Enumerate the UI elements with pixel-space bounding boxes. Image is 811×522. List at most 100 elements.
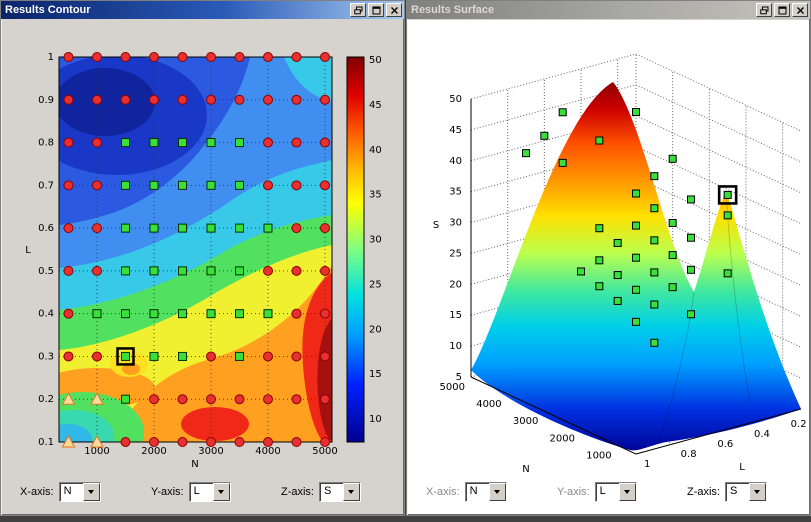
data-point-circle[interactable] (234, 394, 245, 405)
data-point-circle[interactable] (291, 137, 302, 148)
data-point-circle[interactable] (63, 52, 74, 62)
data-point-circle[interactable] (92, 94, 102, 105)
data-point-circle[interactable] (149, 437, 159, 447)
data-point-square[interactable] (577, 267, 585, 276)
data-point-square[interactable] (121, 351, 130, 361)
data-point-square[interactable] (650, 300, 659, 309)
data-point-square[interactable] (178, 266, 187, 276)
data-point-circle[interactable] (206, 94, 216, 105)
data-point-square[interactable] (235, 266, 244, 276)
x-axis-select[interactable]: N (464, 482, 507, 502)
data-point-square[interactable] (149, 309, 159, 319)
data-point-circle[interactable] (120, 52, 131, 62)
data-point-square[interactable] (92, 309, 102, 319)
data-point-square[interactable] (613, 271, 622, 280)
data-point-square[interactable] (540, 131, 549, 140)
contour-titlebar[interactable]: Results Contour (1, 1, 404, 19)
data-point-square[interactable] (206, 309, 216, 319)
data-point-circle[interactable] (320, 394, 330, 405)
data-point-square[interactable] (149, 180, 159, 190)
data-point-square[interactable] (613, 296, 622, 305)
data-point-square[interactable] (178, 351, 187, 361)
data-point-circle[interactable] (206, 394, 216, 405)
data-point-circle[interactable] (120, 437, 131, 447)
data-point-circle[interactable] (291, 94, 302, 105)
maximize-button[interactable] (368, 3, 384, 17)
y-axis-select[interactable]: L (188, 482, 231, 502)
data-point-square[interactable] (723, 211, 732, 220)
data-point-square[interactable] (206, 266, 216, 276)
data-point-circle[interactable] (206, 437, 216, 447)
data-point-square[interactable] (263, 309, 273, 319)
data-point-square[interactable] (149, 266, 159, 276)
data-point-circle[interactable] (320, 94, 330, 105)
dock-button[interactable] (756, 3, 772, 17)
data-point-circle[interactable] (263, 180, 273, 191)
data-point-circle[interactable] (149, 94, 159, 105)
data-point-square[interactable] (595, 282, 604, 291)
data-point-circle[interactable] (92, 52, 102, 62)
data-point-circle[interactable] (320, 265, 330, 276)
data-point-circle[interactable] (149, 52, 159, 62)
data-point-square[interactable] (235, 351, 244, 361)
data-point-circle[interactable] (291, 308, 302, 319)
data-point-square[interactable] (632, 253, 640, 262)
data-point-circle[interactable] (63, 265, 74, 276)
data-point-square[interactable] (522, 149, 530, 158)
data-point-square[interactable] (668, 218, 677, 227)
data-point-square[interactable] (235, 309, 244, 319)
data-point-circle[interactable] (320, 351, 330, 362)
data-point-square[interactable] (235, 223, 244, 233)
data-point-circle[interactable] (177, 394, 188, 405)
data-point-square[interactable] (121, 309, 130, 319)
data-point-square[interactable] (178, 309, 187, 319)
data-point-circle[interactable] (291, 394, 302, 405)
data-point-circle[interactable] (291, 180, 302, 191)
data-point-square[interactable] (206, 138, 216, 148)
data-point-circle[interactable] (263, 351, 273, 362)
data-point-square[interactable] (263, 223, 273, 233)
data-point-circle[interactable] (291, 223, 302, 234)
data-point-square[interactable] (178, 180, 187, 190)
surface-mesh[interactable] (471, 82, 801, 451)
data-point-square[interactable] (206, 223, 216, 233)
surface-titlebar[interactable]: Results Surface (407, 1, 810, 19)
data-point-square[interactable] (650, 338, 659, 347)
data-point-square[interactable] (650, 236, 659, 245)
data-point-square[interactable] (613, 238, 622, 247)
data-point-square[interactable] (178, 138, 187, 148)
data-point-square[interactable] (650, 172, 659, 181)
data-point-square[interactable] (121, 180, 130, 190)
data-point-circle[interactable] (234, 94, 245, 105)
data-point-square[interactable] (149, 223, 159, 233)
contour-plot-area[interactable]: 1000 2000 3000 4000 5000 N 0.1 0.2 0.3 0.4 0.5 0.6 0… (2, 20, 405, 472)
data-point-circle[interactable] (234, 437, 245, 447)
data-point-square[interactable] (178, 223, 187, 233)
chevron-down-icon[interactable] (82, 483, 100, 501)
chevron-down-icon[interactable] (212, 483, 230, 501)
chevron-down-icon[interactable] (488, 483, 506, 501)
data-point-square[interactable] (149, 351, 159, 361)
data-point-circle[interactable] (92, 265, 102, 276)
data-point-circle[interactable] (120, 94, 131, 105)
data-point-circle[interactable] (63, 94, 74, 105)
data-point-circle[interactable] (206, 351, 216, 362)
data-point-square[interactable] (632, 317, 640, 326)
data-point-circle[interactable] (63, 223, 74, 234)
close-button[interactable] (386, 3, 402, 17)
data-point-circle[interactable] (92, 351, 102, 362)
data-point-square[interactable] (558, 108, 567, 117)
data-point-square[interactable] (687, 195, 695, 204)
data-point-square[interactable] (121, 223, 130, 233)
data-point-circle[interactable] (177, 94, 188, 105)
z-axis-select[interactable]: S (724, 482, 767, 502)
data-point-circle[interactable] (320, 308, 330, 319)
data-point-circle[interactable] (263, 265, 273, 276)
data-point-circle[interactable] (177, 52, 188, 62)
data-point-square[interactable] (687, 233, 695, 242)
y-axis-select[interactable]: L (594, 482, 637, 502)
data-point-circle[interactable] (206, 52, 216, 62)
data-point-circle[interactable] (320, 437, 330, 447)
data-point-circle[interactable] (63, 180, 74, 191)
data-point-circle[interactable] (320, 137, 330, 148)
